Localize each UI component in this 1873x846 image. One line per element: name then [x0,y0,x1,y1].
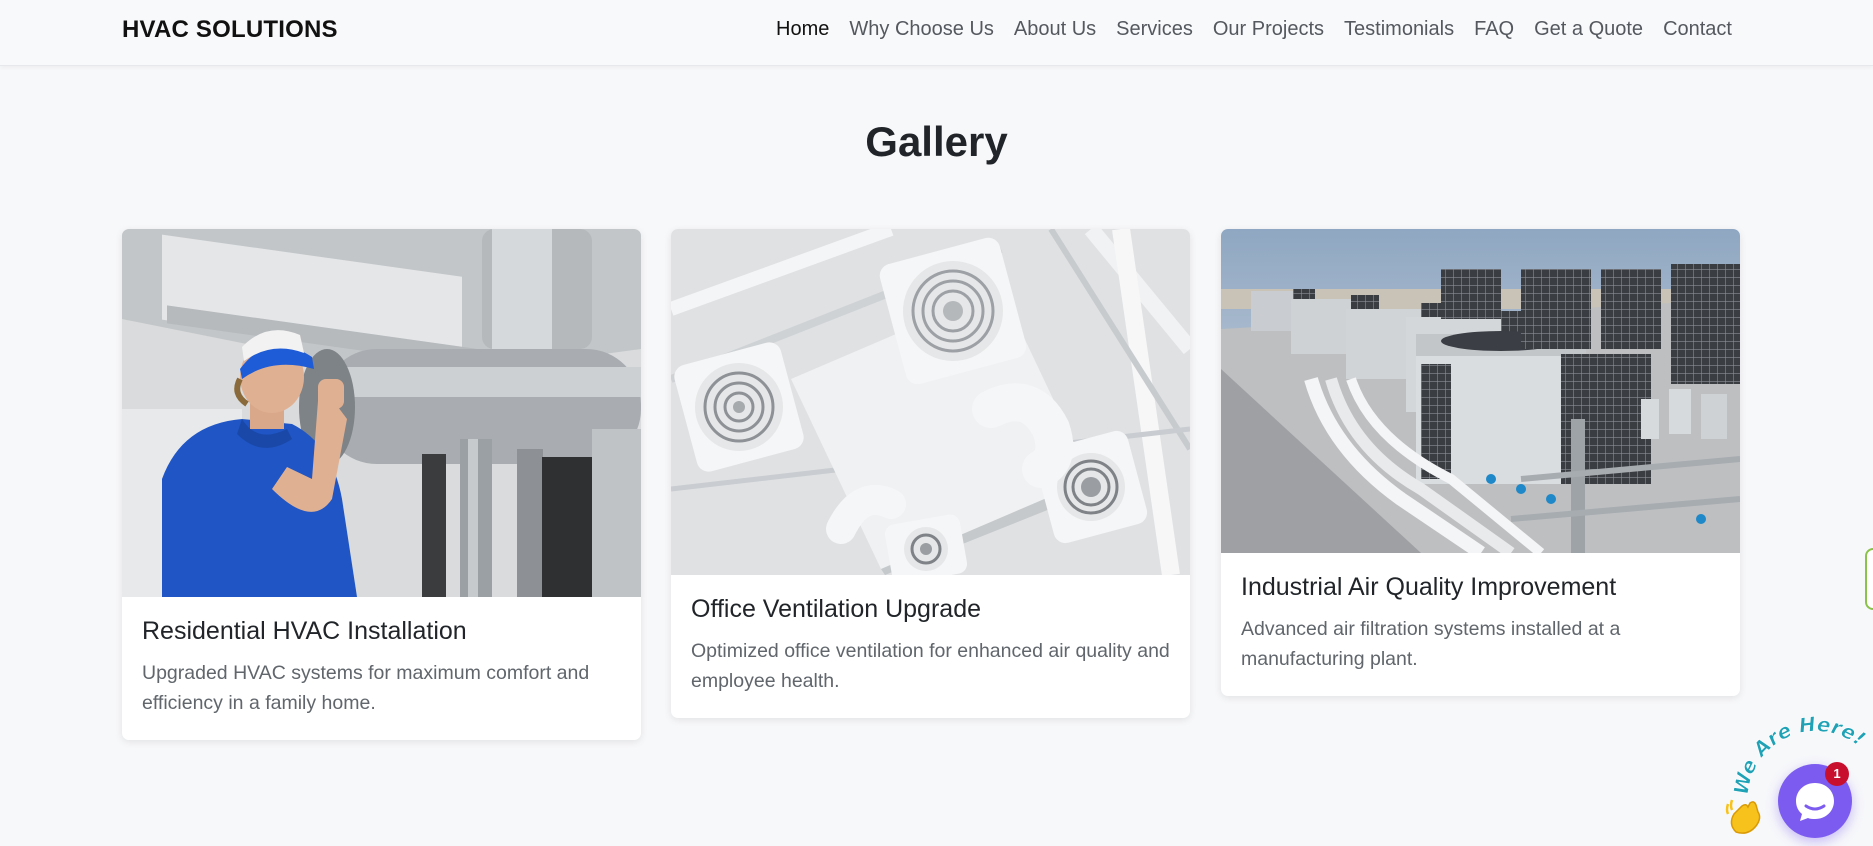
nav-link-our-projects[interactable]: Our Projects [1213,18,1324,41]
gallery-card-residential: Residential HVAC Installation Upgraded H… [122,229,641,740]
nav-link-get-a-quote[interactable]: Get a Quote [1534,18,1643,41]
card-description: Advanced air filtration systems installe… [1241,618,1621,670]
industrial-air-quality-image [1221,229,1740,553]
card-description: Optimized office ventilation for enhance… [691,640,1170,692]
card-body: Residential HVAC Installation Upgraded H… [122,597,641,740]
gallery-card-office: Office Ventilation Upgrade Optimized off… [671,229,1190,718]
nav-link-testimonials[interactable]: Testimonials [1344,18,1454,41]
card-title: Industrial Air Quality Improvement [1241,573,1617,601]
chat-widget: We Are Here! 1 [1720,716,1873,846]
card-body: Office Ventilation Upgrade Optimized off… [671,575,1190,718]
card-description: Upgraded HVAC systems for maximum comfor… [142,662,590,714]
nav-link-why-choose-us[interactable]: Why Choose Us [849,18,994,41]
nav-link-home[interactable]: Home [776,18,829,41]
nav-link-services[interactable]: Services [1116,18,1193,41]
card-title: Office Ventilation Upgrade [691,595,982,623]
gallery-title: Gallery [865,118,1008,165]
feedback-side-tab[interactable] [1865,548,1873,610]
brand-logo[interactable]: HVAC SOLUTIONS [122,16,338,44]
card-body: Industrial Air Quality Improvement Advan… [1221,553,1740,696]
navbar: HVAC SOLUTIONS Home Why Choose Us About … [0,0,1873,66]
chat-notification-badge: 1 [1825,762,1849,786]
card-title: Residential HVAC Installation [142,617,467,645]
waving-hand-icon [1725,799,1761,834]
office-ventilation-image [671,229,1190,575]
nav-link-faq[interactable]: FAQ [1474,18,1514,41]
nav-link-about-us[interactable]: About Us [1014,18,1096,41]
residential-installation-image [122,229,641,597]
main-nav: Home Why Choose Us About Us Services Our… [776,18,1732,41]
nav-link-contact[interactable]: Contact [1663,18,1732,41]
gallery-card-industrial: Industrial Air Quality Improvement Advan… [1221,229,1740,696]
